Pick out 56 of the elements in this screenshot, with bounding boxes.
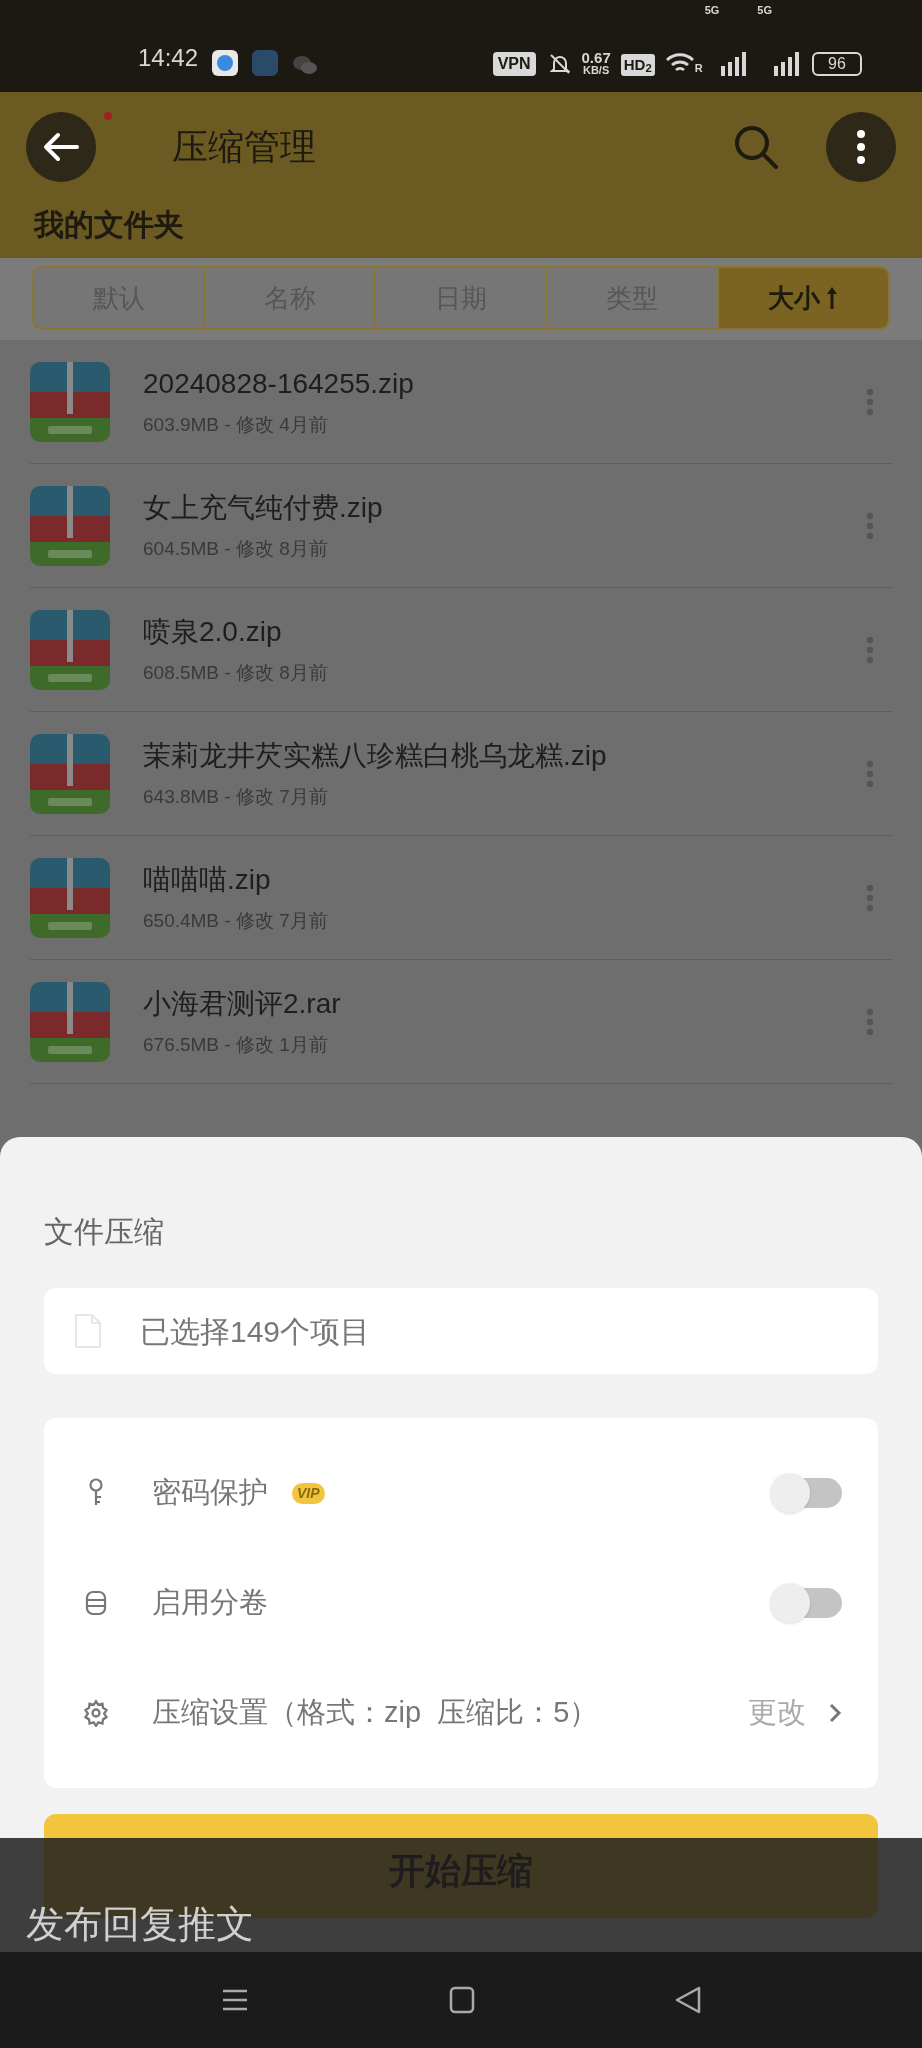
back-triangle-icon[interactable] bbox=[675, 1986, 701, 2014]
change-link[interactable]: 更改 bbox=[748, 1691, 842, 1735]
network-type: 5G bbox=[757, 3, 772, 18]
chevron-right-icon bbox=[828, 1702, 842, 1724]
overflow-menu-icon[interactable] bbox=[866, 883, 874, 912]
vip-badge: VIP bbox=[292, 1482, 325, 1504]
option-label: 启用分卷 bbox=[152, 1585, 268, 1621]
selection-count: 已选择149个项目 bbox=[140, 1313, 371, 1350]
file-name[interactable]: 茉莉龙井芡实糕八珍糕白桃乌龙糕.zip bbox=[143, 735, 866, 778]
sort-tab[interactable]: 大小 bbox=[716, 268, 888, 328]
search-icon[interactable] bbox=[732, 123, 780, 171]
zip-file-icon bbox=[30, 361, 110, 442]
zip-file-icon bbox=[30, 609, 110, 690]
overflow-menu-icon[interactable] bbox=[866, 635, 874, 664]
speed-unit: KB/S bbox=[583, 65, 610, 76]
gear-icon bbox=[82, 1699, 110, 1727]
page-title: 压缩管理 bbox=[172, 125, 316, 169]
battery-indicator: 96 bbox=[812, 52, 862, 76]
option-label: 压缩设置（格式：zip 压缩比：5） bbox=[152, 1695, 599, 1731]
signal-icon bbox=[774, 52, 800, 76]
toggle-switch[interactable] bbox=[770, 1585, 842, 1621]
key-icon bbox=[87, 1478, 105, 1508]
file-name[interactable]: 小海君测评2.rar bbox=[143, 983, 866, 1026]
document-icon bbox=[74, 1313, 102, 1349]
option-label: 密码保护 bbox=[152, 1475, 268, 1511]
zip-file-icon bbox=[30, 981, 110, 1062]
app-notification-icon bbox=[252, 50, 279, 76]
muted-bell-icon bbox=[547, 52, 572, 76]
back-arrow-icon bbox=[43, 132, 79, 162]
roaming-indicator: R bbox=[694, 60, 703, 76]
section-title: 我的文件夹 bbox=[32, 207, 185, 243]
sort-ascending-icon bbox=[826, 285, 839, 311]
overflow-menu-icon[interactable] bbox=[866, 387, 874, 416]
sheet-title: 文件压缩 bbox=[44, 1214, 165, 1250]
home-square-icon[interactable] bbox=[449, 1986, 475, 2014]
overflow-menu-icon[interactable] bbox=[866, 1007, 874, 1036]
hd-indicator: HD$_{2}$ bbox=[620, 53, 655, 76]
database-icon bbox=[85, 1590, 107, 1616]
network-type: 5G bbox=[704, 3, 720, 18]
zip-file-icon bbox=[30, 733, 110, 814]
network-speed: 0.67 bbox=[581, 50, 611, 65]
toggle-switch[interactable] bbox=[770, 1475, 842, 1511]
chat-icon bbox=[292, 54, 319, 76]
clock: 14:42 bbox=[138, 43, 199, 73]
file-name[interactable]: 喵喵喵.zip bbox=[143, 859, 866, 902]
app-notification-icon bbox=[212, 50, 239, 76]
zip-file-icon bbox=[30, 485, 110, 566]
vpn-indicator: VPN bbox=[492, 52, 536, 76]
signal-icon bbox=[721, 52, 748, 76]
zip-file-icon bbox=[30, 857, 110, 938]
overflow-menu-icon[interactable] bbox=[866, 759, 874, 788]
file-name[interactable]: 女上充气纯付费.zip bbox=[143, 487, 866, 530]
file-name[interactable]: 喷泉2.0.zip bbox=[143, 611, 866, 654]
file-name[interactable]: 20240828-164255.zip bbox=[143, 363, 866, 406]
overflow-menu-icon[interactable] bbox=[866, 511, 874, 540]
menu-icon[interactable] bbox=[221, 1988, 249, 2012]
